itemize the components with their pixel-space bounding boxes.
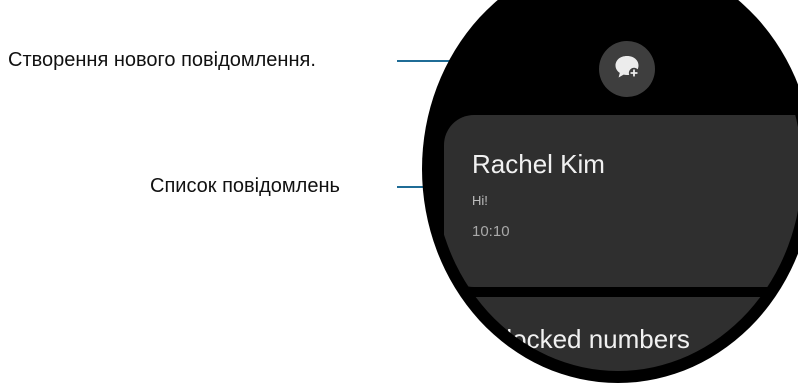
watch-bezel: Rachel Kim Hi! 10:10 Blocked numbers <box>422 0 798 383</box>
watch-screen: Rachel Kim Hi! 10:10 Blocked numbers <box>434 0 798 371</box>
new-message-icon <box>612 52 642 87</box>
list-callout-label: Список повідомлень <box>150 175 340 197</box>
blocked-numbers-item[interactable]: Blocked numbers <box>444 297 798 371</box>
conversation-list-item[interactable]: Rachel Kim Hi! 10:10 <box>444 115 798 287</box>
compose-callout-label: Створення нового повідомлення. <box>8 49 316 71</box>
contact-name: Rachel Kim <box>472 149 605 179</box>
compose-message-button[interactable] <box>599 41 655 97</box>
blocked-numbers-label: Blocked numbers <box>489 324 690 354</box>
message-time: 10:10 <box>472 223 510 240</box>
message-preview: Hi! <box>472 193 488 208</box>
